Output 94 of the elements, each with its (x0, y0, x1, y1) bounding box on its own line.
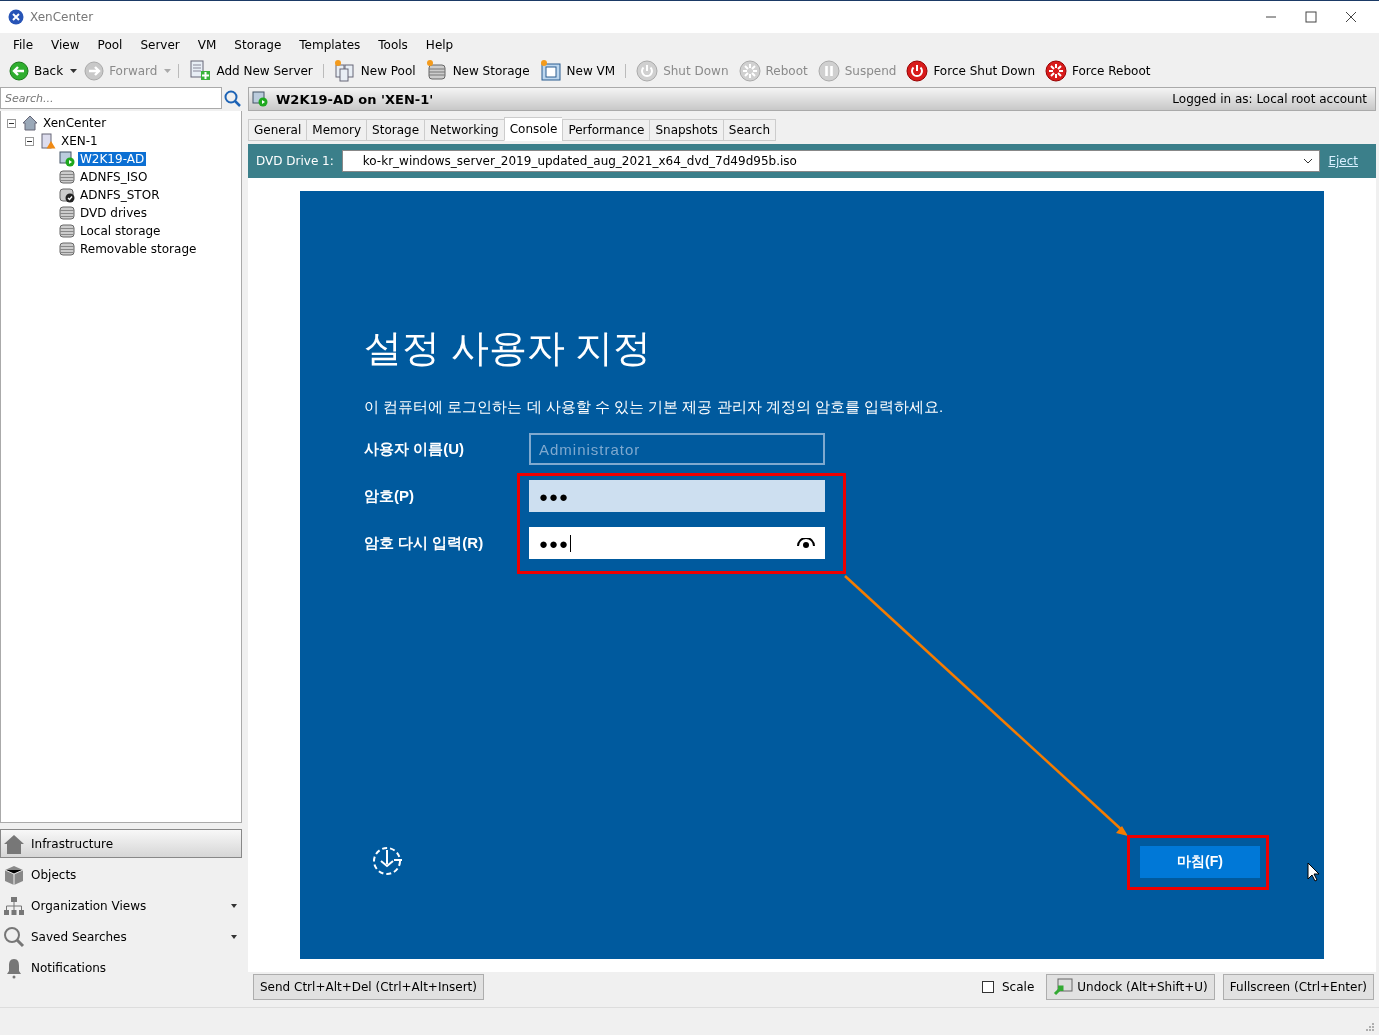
tab[interactable]: Console (503, 117, 563, 141)
toolbar-button[interactable]: New VM (536, 58, 619, 84)
menu-item[interactable]: Pool (88, 35, 132, 54)
tab[interactable]: General (248, 119, 307, 141)
nav-item[interactable]: Organization Views (0, 891, 242, 920)
search-icon (3, 925, 25, 948)
collapse-toggle-icon[interactable] (7, 118, 16, 128)
eye-icon[interactable] (797, 538, 815, 548)
mouse-pointer-icon (1307, 862, 1321, 882)
password-field[interactable]: ●●● (529, 480, 825, 512)
password-field[interactable]: ●●● (529, 527, 825, 559)
menu-item[interactable]: File (4, 35, 43, 54)
setup-description: 이 컴퓨터에 로그인하는 데 사용할 수 있는 기본 제공 관리자 계정의 암호를 입력하세요. (364, 398, 945, 417)
tab[interactable]: Snapshots (649, 119, 723, 141)
tree-item[interactable]: Local storage (78, 224, 163, 238)
power-icon (636, 60, 659, 82)
tree-item[interactable]: ADNFS_STOR (78, 188, 162, 202)
tab[interactable]: Search (722, 119, 776, 141)
fullscreen-button[interactable]: Fullscreen (Ctrl+Enter) (1222, 974, 1374, 1000)
disk-check-icon (59, 187, 75, 203)
tree-item[interactable]: W2K19-AD (78, 152, 147, 166)
toolbar-button[interactable]: Force Reboot (1042, 58, 1154, 84)
scale-label: Scale (1002, 980, 1035, 994)
menu-item[interactable]: Server (131, 35, 189, 54)
chevron-down-icon[interactable] (1303, 158, 1314, 164)
vm-running-icon (252, 91, 268, 107)
accessibility-icon[interactable] (370, 844, 404, 878)
disk-stack-icon (59, 205, 75, 221)
scale-checkbox[interactable] (982, 981, 994, 993)
nav-item[interactable]: Notifications (0, 953, 242, 982)
nav-item[interactable]: Saved Searches (0, 922, 242, 951)
send-keys-button[interactable]: Send Ctrl+Alt+Del (Ctrl+Alt+Insert) (253, 974, 484, 1000)
finish-button[interactable]: 마침(F) (1140, 846, 1260, 878)
field-label: 사용자 이름(U) (364, 439, 465, 459)
menu-item[interactable]: Templates (290, 35, 370, 54)
close-icon[interactable] (1345, 11, 1357, 23)
toolbar-button[interactable]: Force Shut Down (903, 58, 1039, 84)
disk-stack-icon (59, 241, 75, 257)
disk-stack-icon (59, 223, 75, 239)
tree-item[interactable]: Removable storage (78, 242, 199, 256)
vm-running-icon (59, 151, 75, 167)
login-status: Logged in as: Local root account (1172, 92, 1367, 106)
house-icon (22, 115, 38, 131)
toolbar-button[interactable]: Back (6, 59, 67, 83)
tab[interactable]: Storage (366, 119, 425, 141)
nav-item[interactable]: Objects (0, 860, 242, 889)
caret-icon[interactable] (70, 69, 78, 73)
maximize-icon[interactable] (1305, 11, 1317, 23)
menu-item[interactable]: VM (188, 35, 226, 54)
vm-window-icon (539, 60, 562, 82)
cube-icon (3, 863, 25, 886)
house-icon (3, 832, 25, 855)
menu-item[interactable]: View (42, 35, 89, 54)
caret-icon[interactable] (231, 903, 237, 908)
window-title: XenCenter (30, 10, 95, 24)
toolbar-button[interactable]: New Pool (330, 58, 419, 84)
search-field[interactable]: Search... (0, 87, 222, 109)
menu-item[interactable]: Tools (369, 35, 417, 54)
reboot-icon (738, 60, 761, 82)
menu-item[interactable]: Storage (225, 35, 291, 54)
setup-title: 설정 사용자 지정 (364, 326, 653, 371)
dvd-label: DVD Drive 1: (256, 154, 334, 168)
toolbar-button[interactable]: New Storage (422, 58, 533, 84)
pause-icon (817, 60, 840, 82)
power-icon (906, 60, 929, 82)
undock-icon (1053, 978, 1074, 996)
tab[interactable]: Networking (424, 119, 504, 141)
undock-button[interactable]: Undock (Alt+Shift+U) (1046, 974, 1215, 1000)
resize-grip-icon[interactable] (1365, 1022, 1375, 1032)
search-icon[interactable] (224, 89, 241, 107)
eject-link[interactable]: Eject (1328, 154, 1358, 168)
field-label: 암호 다시 입력(R) (364, 533, 485, 553)
dvd-dropdown[interactable]: ko-kr_windows_server_2019_updated_aug_2021_x64_dvd_7d49d95b.iso (341, 150, 1321, 172)
app-logo-icon (8, 9, 24, 25)
nav-item[interactable]: Infrastructure (0, 829, 242, 858)
reboot-icon (1045, 60, 1068, 82)
tab[interactable]: Performance (562, 119, 650, 141)
menu-item[interactable]: Help (416, 35, 463, 54)
tree-item[interactable]: DVD drives (78, 206, 149, 220)
toolbar-button[interactable]: Add New Server (186, 58, 316, 84)
vm-title: W2K19-AD on 'XEN-1' (276, 91, 435, 107)
server-pool-icon (333, 60, 356, 82)
collapse-toggle-icon[interactable] (25, 136, 34, 146)
tree-item[interactable]: XEN-1 (59, 134, 100, 148)
disk-stack-icon (425, 60, 448, 82)
disk-stack-icon (59, 169, 75, 185)
server-plus-icon (189, 60, 212, 82)
tab[interactable]: Memory (306, 119, 367, 141)
field-label: 암호(P) (364, 486, 415, 506)
hierarchy-icon (3, 894, 25, 917)
caret-icon[interactable] (231, 934, 237, 939)
tree-item[interactable]: ADNFS_ISO (78, 170, 150, 184)
tree-item[interactable]: XenCenter (41, 116, 109, 130)
server-warning-icon (40, 133, 56, 149)
